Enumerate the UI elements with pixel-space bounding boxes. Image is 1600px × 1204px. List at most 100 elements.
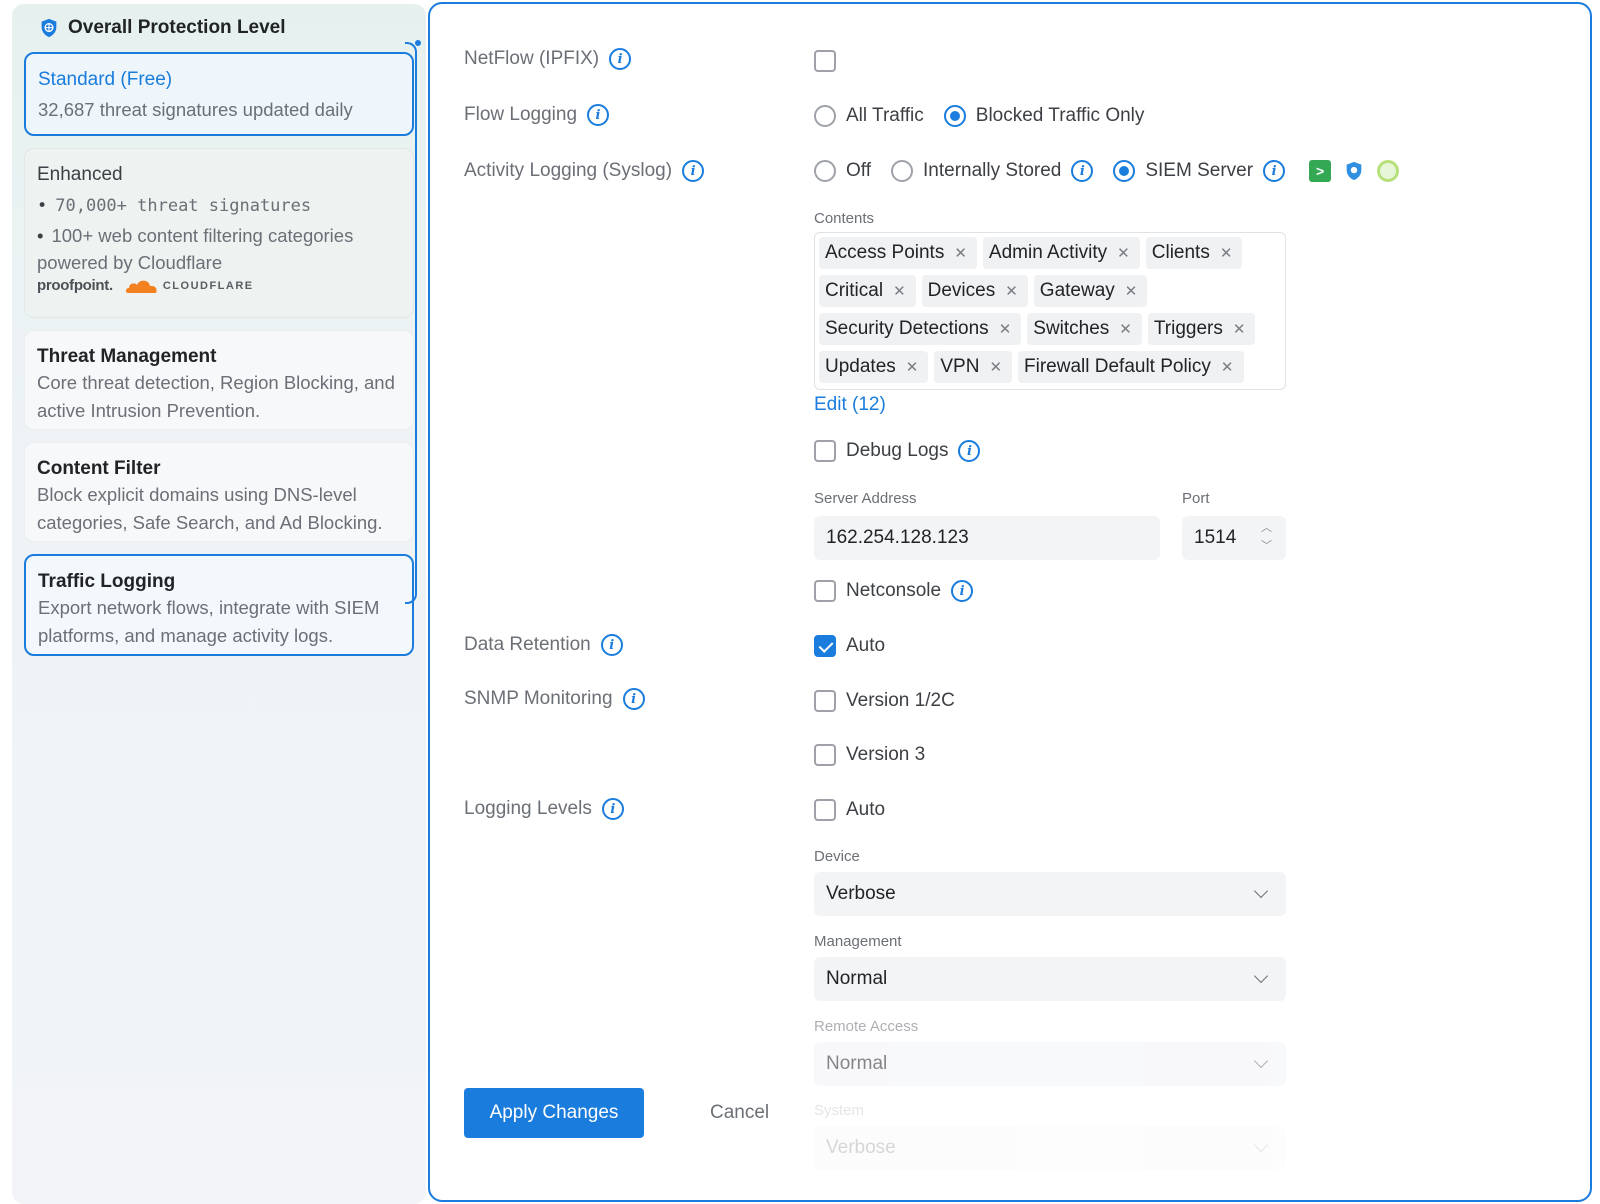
- port-input[interactable]: 1514 ︿ ﹀: [1182, 516, 1286, 560]
- close-icon[interactable]: ✕: [1125, 282, 1138, 300]
- tag-chip: VPN ✕: [934, 351, 1013, 383]
- chevron-down-icon: [1253, 968, 1269, 984]
- port-stepper[interactable]: ︿ ﹀: [1261, 520, 1272, 554]
- close-icon[interactable]: ✕: [1220, 244, 1233, 262]
- feature-content-filter[interactable]: Content Filter Block explicit domains us…: [24, 442, 414, 542]
- snmp-label: SNMP Monitoring: [464, 688, 613, 709]
- data-retention-label: Data Retention: [464, 634, 591, 655]
- close-icon[interactable]: ✕: [954, 244, 967, 262]
- netflow-checkbox[interactable]: [814, 50, 836, 72]
- apply-changes-button[interactable]: Apply Changes: [464, 1088, 644, 1138]
- tag-label: Triggers: [1153, 318, 1223, 339]
- edit-contents-link[interactable]: Edit (12): [814, 394, 886, 416]
- radio-button[interactable]: [943, 105, 966, 127]
- tag-chip: Updates ✕: [819, 351, 929, 383]
- info-icon[interactable]: i: [1071, 160, 1094, 182]
- close-icon[interactable]: ✕: [906, 358, 919, 376]
- flow-logging-options: All Traffic Blocked Traffic Only: [814, 105, 1154, 127]
- option-label: SIEM Server: [1145, 160, 1254, 181]
- siem-q-icon[interactable]: [1377, 160, 1400, 182]
- selection-connector: [405, 40, 421, 604]
- contents-label: Contents: [814, 210, 875, 227]
- feature-content-title: Content Filter: [37, 458, 161, 479]
- close-icon[interactable]: ✕: [1119, 320, 1132, 338]
- netconsole-checkbox[interactable]: [814, 580, 836, 602]
- info-icon[interactable]: i: [958, 440, 981, 462]
- tag-chip: Triggers ✕: [1147, 313, 1256, 345]
- port-value: 1514: [1194, 527, 1237, 548]
- chevron-down-icon: [1253, 1053, 1269, 1069]
- contents-tags[interactable]: Access Points ✕ Admin Activity ✕ Clients ✕ …: [814, 232, 1286, 390]
- info-icon[interactable]: i: [622, 688, 645, 710]
- close-icon[interactable]: ✕: [893, 282, 906, 300]
- close-icon[interactable]: ✕: [1117, 244, 1130, 262]
- logging-auto-checkbox[interactable]: [814, 799, 836, 821]
- feature-traffic-title: Traffic Logging: [38, 571, 176, 592]
- feature-traffic-logging[interactable]: Traffic Logging Export network flows, in…: [24, 554, 414, 656]
- siem-splunk-icon[interactable]: >: [1309, 160, 1332, 182]
- cloudflare-logo: CLOUDFLARE: [125, 278, 254, 294]
- server-address-input[interactable]: 162.254.128.123: [814, 516, 1160, 560]
- server-address-value: 162.254.128.123: [826, 527, 969, 548]
- tag-chip: Switches ✕: [1027, 313, 1142, 345]
- tag-chip: Security Detections ✕: [819, 313, 1022, 345]
- netflow-row: NetFlow (IPFIX) i: [464, 48, 632, 70]
- flow-logging-row: Flow Logging i: [464, 104, 610, 126]
- plan-standard[interactable]: Standard (Free) 32,687 threat signatures…: [24, 52, 414, 136]
- cancel-button[interactable]: Cancel: [710, 1088, 769, 1138]
- close-icon[interactable]: ✕: [1233, 320, 1246, 338]
- info-icon[interactable]: i: [587, 104, 610, 126]
- info-icon[interactable]: i: [682, 160, 705, 182]
- device-select[interactable]: Verbose: [814, 872, 1286, 916]
- radio-button[interactable]: [1113, 160, 1136, 182]
- siem-shield-icon[interactable]: [1343, 160, 1365, 182]
- plan-standard-desc: 32,687 threat signatures updated daily: [38, 99, 353, 120]
- debug-logs-checkbox[interactable]: [814, 440, 836, 462]
- option-label: Internally Stored: [923, 160, 1062, 181]
- close-icon[interactable]: ✕: [999, 320, 1012, 338]
- cloudflare-text: CLOUDFLARE: [162, 279, 254, 292]
- tag-chip: Critical ✕: [819, 275, 916, 307]
- flow-all-traffic-option[interactable]: All Traffic: [814, 105, 924, 127]
- plan-enhanced-bullet: 70,000+ threat signatures: [37, 191, 401, 221]
- sidebar-header: Overall Protection Level: [38, 16, 414, 40]
- info-icon[interactable]: i: [601, 798, 624, 820]
- plan-enhanced-bullet-text: 70,000+ threat signatures: [55, 196, 312, 216]
- feature-content-desc: Block explicit domains using DNS-level c…: [37, 484, 383, 533]
- feature-threat-title: Threat Management: [37, 346, 217, 367]
- netflow-control: [814, 50, 836, 72]
- logging-auto-label: Auto: [846, 799, 886, 820]
- close-icon[interactable]: ✕: [989, 358, 1002, 376]
- info-icon[interactable]: i: [600, 634, 623, 656]
- tag-chip: Admin Activity ✕: [982, 237, 1140, 269]
- data-retention-checkbox[interactable]: [814, 635, 836, 657]
- tag-label: Clients: [1151, 242, 1210, 263]
- tag-label: Gateway: [1039, 280, 1115, 301]
- plan-enhanced[interactable]: Enhanced 70,000+ threat signatures 100+ …: [24, 148, 414, 318]
- option-label: All Traffic: [846, 105, 924, 126]
- snmp-v12c-checkbox[interactable]: [814, 690, 836, 712]
- system-select[interactable]: Verbose: [814, 1126, 1286, 1170]
- radio-button[interactable]: [814, 105, 836, 127]
- plan-standard-title: Standard (Free): [38, 69, 173, 90]
- chevron-down-icon[interactable]: ﹀: [1261, 538, 1272, 554]
- close-icon[interactable]: ✕: [1005, 282, 1018, 300]
- close-icon[interactable]: ✕: [1221, 358, 1234, 376]
- feature-threat-management[interactable]: Threat Management Core threat detection,…: [24, 330, 414, 430]
- activity-off-option[interactable]: Off: [814, 160, 871, 182]
- info-icon[interactable]: i: [951, 580, 974, 602]
- remote-access-select[interactable]: Normal: [814, 1042, 1286, 1086]
- flow-blocked-only-option[interactable]: Blocked Traffic Only: [943, 105, 1144, 127]
- radio-button[interactable]: [814, 160, 836, 182]
- snmp-v3-checkbox[interactable]: [814, 744, 836, 766]
- activity-internal-option[interactable]: Internally Stored i: [891, 160, 1094, 182]
- radio-button[interactable]: [891, 160, 913, 182]
- chevron-up-icon[interactable]: ︿: [1261, 520, 1272, 536]
- netconsole-label: Netconsole: [846, 580, 942, 601]
- management-select[interactable]: Normal: [814, 957, 1286, 1001]
- netconsole-control: Netconsole i: [814, 580, 974, 602]
- info-icon[interactable]: i: [1263, 160, 1286, 182]
- info-icon[interactable]: i: [609, 48, 632, 70]
- activity-siem-option[interactable]: SIEM Server i: [1113, 160, 1286, 182]
- tag-chip: Access Points ✕: [819, 237, 977, 269]
